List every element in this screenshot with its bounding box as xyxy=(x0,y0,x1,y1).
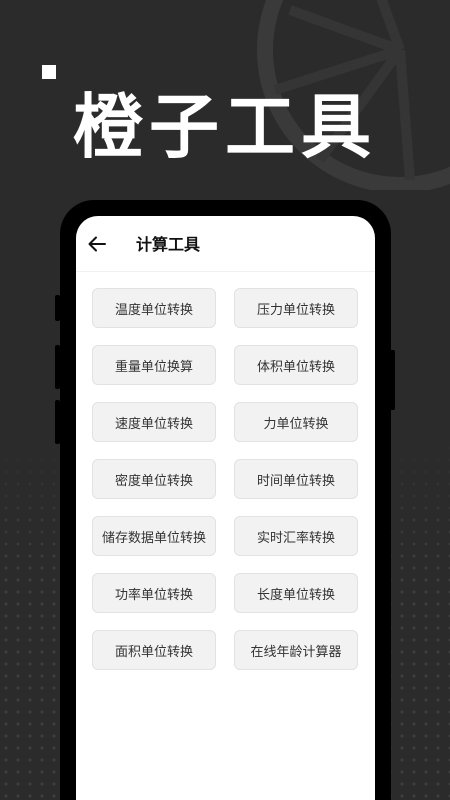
phone-side-button xyxy=(55,295,60,321)
phone-side-button xyxy=(390,350,395,410)
tool-button-pressure[interactable]: 压力单位转换 xyxy=(234,288,358,328)
app-header: 计算工具 xyxy=(76,216,375,272)
tool-button-density[interactable]: 密度单位转换 xyxy=(92,459,216,499)
tool-button-time[interactable]: 时间单位转换 xyxy=(234,459,358,499)
tool-button-length[interactable]: 长度单位转换 xyxy=(234,573,358,613)
tool-button-volume[interactable]: 体积单位转换 xyxy=(234,345,358,385)
tool-button-weight[interactable]: 重量单位换算 xyxy=(92,345,216,385)
tool-button-power[interactable]: 功率单位转换 xyxy=(92,573,216,613)
tool-button-temperature[interactable]: 温度单位转换 xyxy=(92,288,216,328)
tool-button-exchange-rate[interactable]: 实时汇率转换 xyxy=(234,516,358,556)
page-title: 计算工具 xyxy=(136,235,201,254)
phone-side-button xyxy=(55,345,60,389)
tool-button-data-storage[interactable]: 储存数据单位转换 xyxy=(92,516,216,556)
hero-title: 橙子工具 xyxy=(73,86,377,168)
tool-grid: 温度单位转换 压力单位转换 重量单位换算 体积单位转换 速度单位转换 力单位转换… xyxy=(92,288,359,670)
tool-button-speed[interactable]: 速度单位转换 xyxy=(92,402,216,442)
tool-button-area[interactable]: 面积单位转换 xyxy=(92,630,216,670)
tool-button-force[interactable]: 力单位转换 xyxy=(234,402,358,442)
square-decoration xyxy=(42,65,56,79)
arrow-left-icon[interactable] xyxy=(88,236,106,252)
app-screen: 计算工具 温度单位转换 压力单位转换 重量单位换算 体积单位转换 速度单位转换 … xyxy=(76,216,375,800)
phone-side-button xyxy=(55,400,60,444)
tool-button-age-calculator[interactable]: 在线年龄计算器 xyxy=(234,630,358,670)
